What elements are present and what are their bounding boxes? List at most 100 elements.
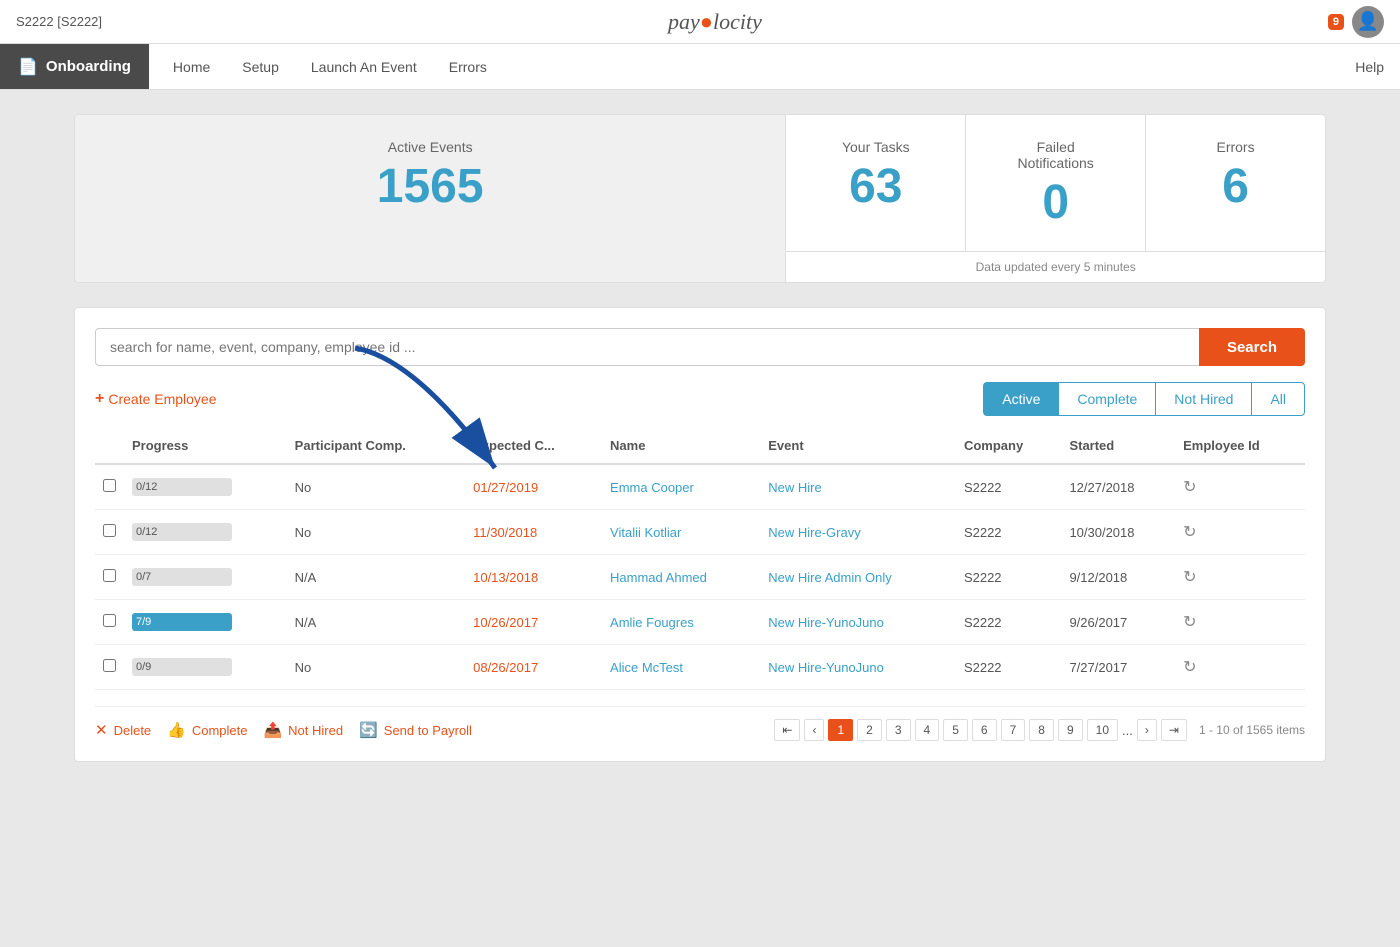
employee-name-link[interactable]: Alice McTest xyxy=(610,660,683,675)
name-cell: Emma Cooper xyxy=(602,464,760,510)
page-10-button[interactable]: 10 xyxy=(1087,719,1118,741)
page-6-button[interactable]: 6 xyxy=(972,719,997,741)
search-button[interactable]: Search xyxy=(1199,328,1305,366)
stats-card: Active Events 1565 Your Tasks 63 Failed … xyxy=(74,114,1326,283)
refresh-icon[interactable]: ↻ xyxy=(1183,659,1196,676)
delete-button[interactable]: ✕ Delete xyxy=(95,721,151,739)
pagination-ellipsis: ... xyxy=(1122,723,1133,738)
send-to-payroll-button[interactable]: 🔄 Send to Payroll xyxy=(359,721,472,739)
avatar[interactable]: 👤 xyxy=(1352,6,1384,38)
event-link[interactable]: New Hire Admin Only xyxy=(768,570,892,585)
tab-active[interactable]: Active xyxy=(983,382,1058,416)
main-content: Active Events 1565 Your Tasks 63 Failed … xyxy=(50,90,1350,786)
errors-value: 6 xyxy=(1178,163,1293,211)
nav-onboarding[interactable]: 📄 Onboarding xyxy=(0,44,149,89)
errors-stat[interactable]: Errors 6 xyxy=(1146,115,1325,251)
your-tasks-stat[interactable]: Your Tasks 63 xyxy=(786,115,966,251)
page-5-button[interactable]: 5 xyxy=(943,719,968,741)
active-events-label: Active Events xyxy=(107,139,753,155)
prev-page-button[interactable]: ‹ xyxy=(804,719,824,741)
tab-all[interactable]: All xyxy=(1251,382,1305,416)
nav-errors[interactable]: Errors xyxy=(433,44,503,89)
name-cell: Amlie Fougres xyxy=(602,600,760,645)
row-checkbox[interactable] xyxy=(103,569,116,582)
page-2-button[interactable]: 2 xyxy=(857,719,882,741)
page-7-button[interactable]: 7 xyxy=(1001,719,1026,741)
first-page-button[interactable]: ⇤ xyxy=(774,719,800,741)
event-link[interactable]: New Hire-YunoJuno xyxy=(768,615,884,630)
delete-icon: ✕ xyxy=(95,721,108,739)
page-8-button[interactable]: 8 xyxy=(1029,719,1054,741)
event-cell: New Hire-YunoJuno xyxy=(760,600,956,645)
employee-name-link[interactable]: Vitalii Kotliar xyxy=(610,525,681,540)
table-row: 0/12No11/30/2018Vitalii KotliarNew Hire-… xyxy=(95,510,1305,555)
page-3-button[interactable]: 3 xyxy=(886,719,911,741)
employee-id-cell: ↻ xyxy=(1175,510,1305,555)
started-cell: 10/30/2018 xyxy=(1061,510,1175,555)
company-cell: S2222 xyxy=(956,555,1062,600)
row-checkbox[interactable] xyxy=(103,524,116,537)
nav-setup[interactable]: Setup xyxy=(226,44,295,89)
refresh-icon[interactable]: ↻ xyxy=(1183,614,1196,631)
create-employee-button[interactable]: + Create Employee xyxy=(95,390,217,408)
bottom-toolbar: ✕ Delete 👍 Complete 📤 Not Hired 🔄 Send t… xyxy=(95,706,1305,741)
stats-footer: Data updated every 5 minutes xyxy=(786,251,1325,282)
refresh-icon[interactable]: ↻ xyxy=(1183,524,1196,541)
started-cell: 9/26/2017 xyxy=(1061,600,1175,645)
refresh-icon[interactable]: ↻ xyxy=(1183,569,1196,586)
col-participant-comp: Participant Comp. xyxy=(287,428,465,464)
active-events-stat[interactable]: Active Events 1565 xyxy=(75,115,786,282)
nav-home[interactable]: Home xyxy=(157,44,226,89)
tab-not-hired[interactable]: Not Hired xyxy=(1155,382,1251,416)
complete-label: Complete xyxy=(192,723,248,738)
page-1-button[interactable]: 1 xyxy=(828,719,853,741)
top-bar: S2222 [S2222] pay●locity 9 👤 xyxy=(0,0,1400,44)
page-4-button[interactable]: 4 xyxy=(915,719,940,741)
paylocity-logo: pay●locity xyxy=(668,9,762,35)
participant-comp-cell: No xyxy=(287,510,465,555)
col-employee-id: Employee Id xyxy=(1175,428,1305,464)
row-checkbox[interactable] xyxy=(103,479,116,492)
event-link[interactable]: New Hire-YunoJuno xyxy=(768,660,884,675)
event-cell: New Hire-Gravy xyxy=(760,510,956,555)
participant-comp-cell: N/A xyxy=(287,555,465,600)
row-checkbox[interactable] xyxy=(103,614,116,627)
not-hired-icon: 📤 xyxy=(263,721,282,739)
employees-table: Progress Participant Comp. Expected C...… xyxy=(95,428,1305,690)
delete-label: Delete xyxy=(114,723,152,738)
onboarding-icon: 📄 xyxy=(18,57,38,77)
notification-badge[interactable]: 9 xyxy=(1328,14,1344,30)
employee-name-link[interactable]: Amlie Fougres xyxy=(610,615,694,630)
refresh-icon[interactable]: ↻ xyxy=(1183,479,1196,496)
employee-id-cell: ↻ xyxy=(1175,645,1305,690)
tab-complete[interactable]: Complete xyxy=(1058,382,1155,416)
nav-launch-event[interactable]: Launch An Event xyxy=(295,44,433,89)
expected-completion-cell: 10/26/2017 xyxy=(465,600,602,645)
col-progress: Progress xyxy=(124,428,287,464)
complete-button[interactable]: 👍 Complete xyxy=(167,721,247,739)
event-link[interactable]: New Hire-Gravy xyxy=(768,525,860,540)
expected-completion-cell: 11/30/2018 xyxy=(465,510,602,555)
search-bar: Search xyxy=(95,328,1305,366)
employee-name-link[interactable]: Hammad Ahmed xyxy=(610,570,707,585)
active-events-value: 1565 xyxy=(107,163,753,211)
logo-area: pay●locity xyxy=(668,9,762,35)
expected-completion-cell: 10/13/2018 xyxy=(465,555,602,600)
name-cell: Hammad Ahmed xyxy=(602,555,760,600)
progress-cell: 0/9 xyxy=(124,645,287,690)
row-checkbox[interactable] xyxy=(103,659,116,672)
next-page-button[interactable]: › xyxy=(1137,719,1157,741)
company-cell: S2222 xyxy=(956,464,1062,510)
search-input[interactable] xyxy=(95,328,1199,366)
your-tasks-label: Your Tasks xyxy=(818,139,933,155)
employee-name-link[interactable]: Emma Cooper xyxy=(610,480,694,495)
page-9-button[interactable]: 9 xyxy=(1058,719,1083,741)
event-link[interactable]: New Hire xyxy=(768,480,821,495)
not-hired-label: Not Hired xyxy=(288,723,343,738)
nav-help[interactable]: Help xyxy=(1339,59,1400,75)
not-hired-button[interactable]: 📤 Not Hired xyxy=(263,721,343,739)
failed-notifications-stat[interactable]: Failed Notifications 0 xyxy=(966,115,1146,251)
last-page-button[interactable]: ⇥ xyxy=(1161,719,1187,741)
top-bar-right: 9 👤 xyxy=(1328,6,1384,38)
complete-icon: 👍 xyxy=(167,721,186,739)
